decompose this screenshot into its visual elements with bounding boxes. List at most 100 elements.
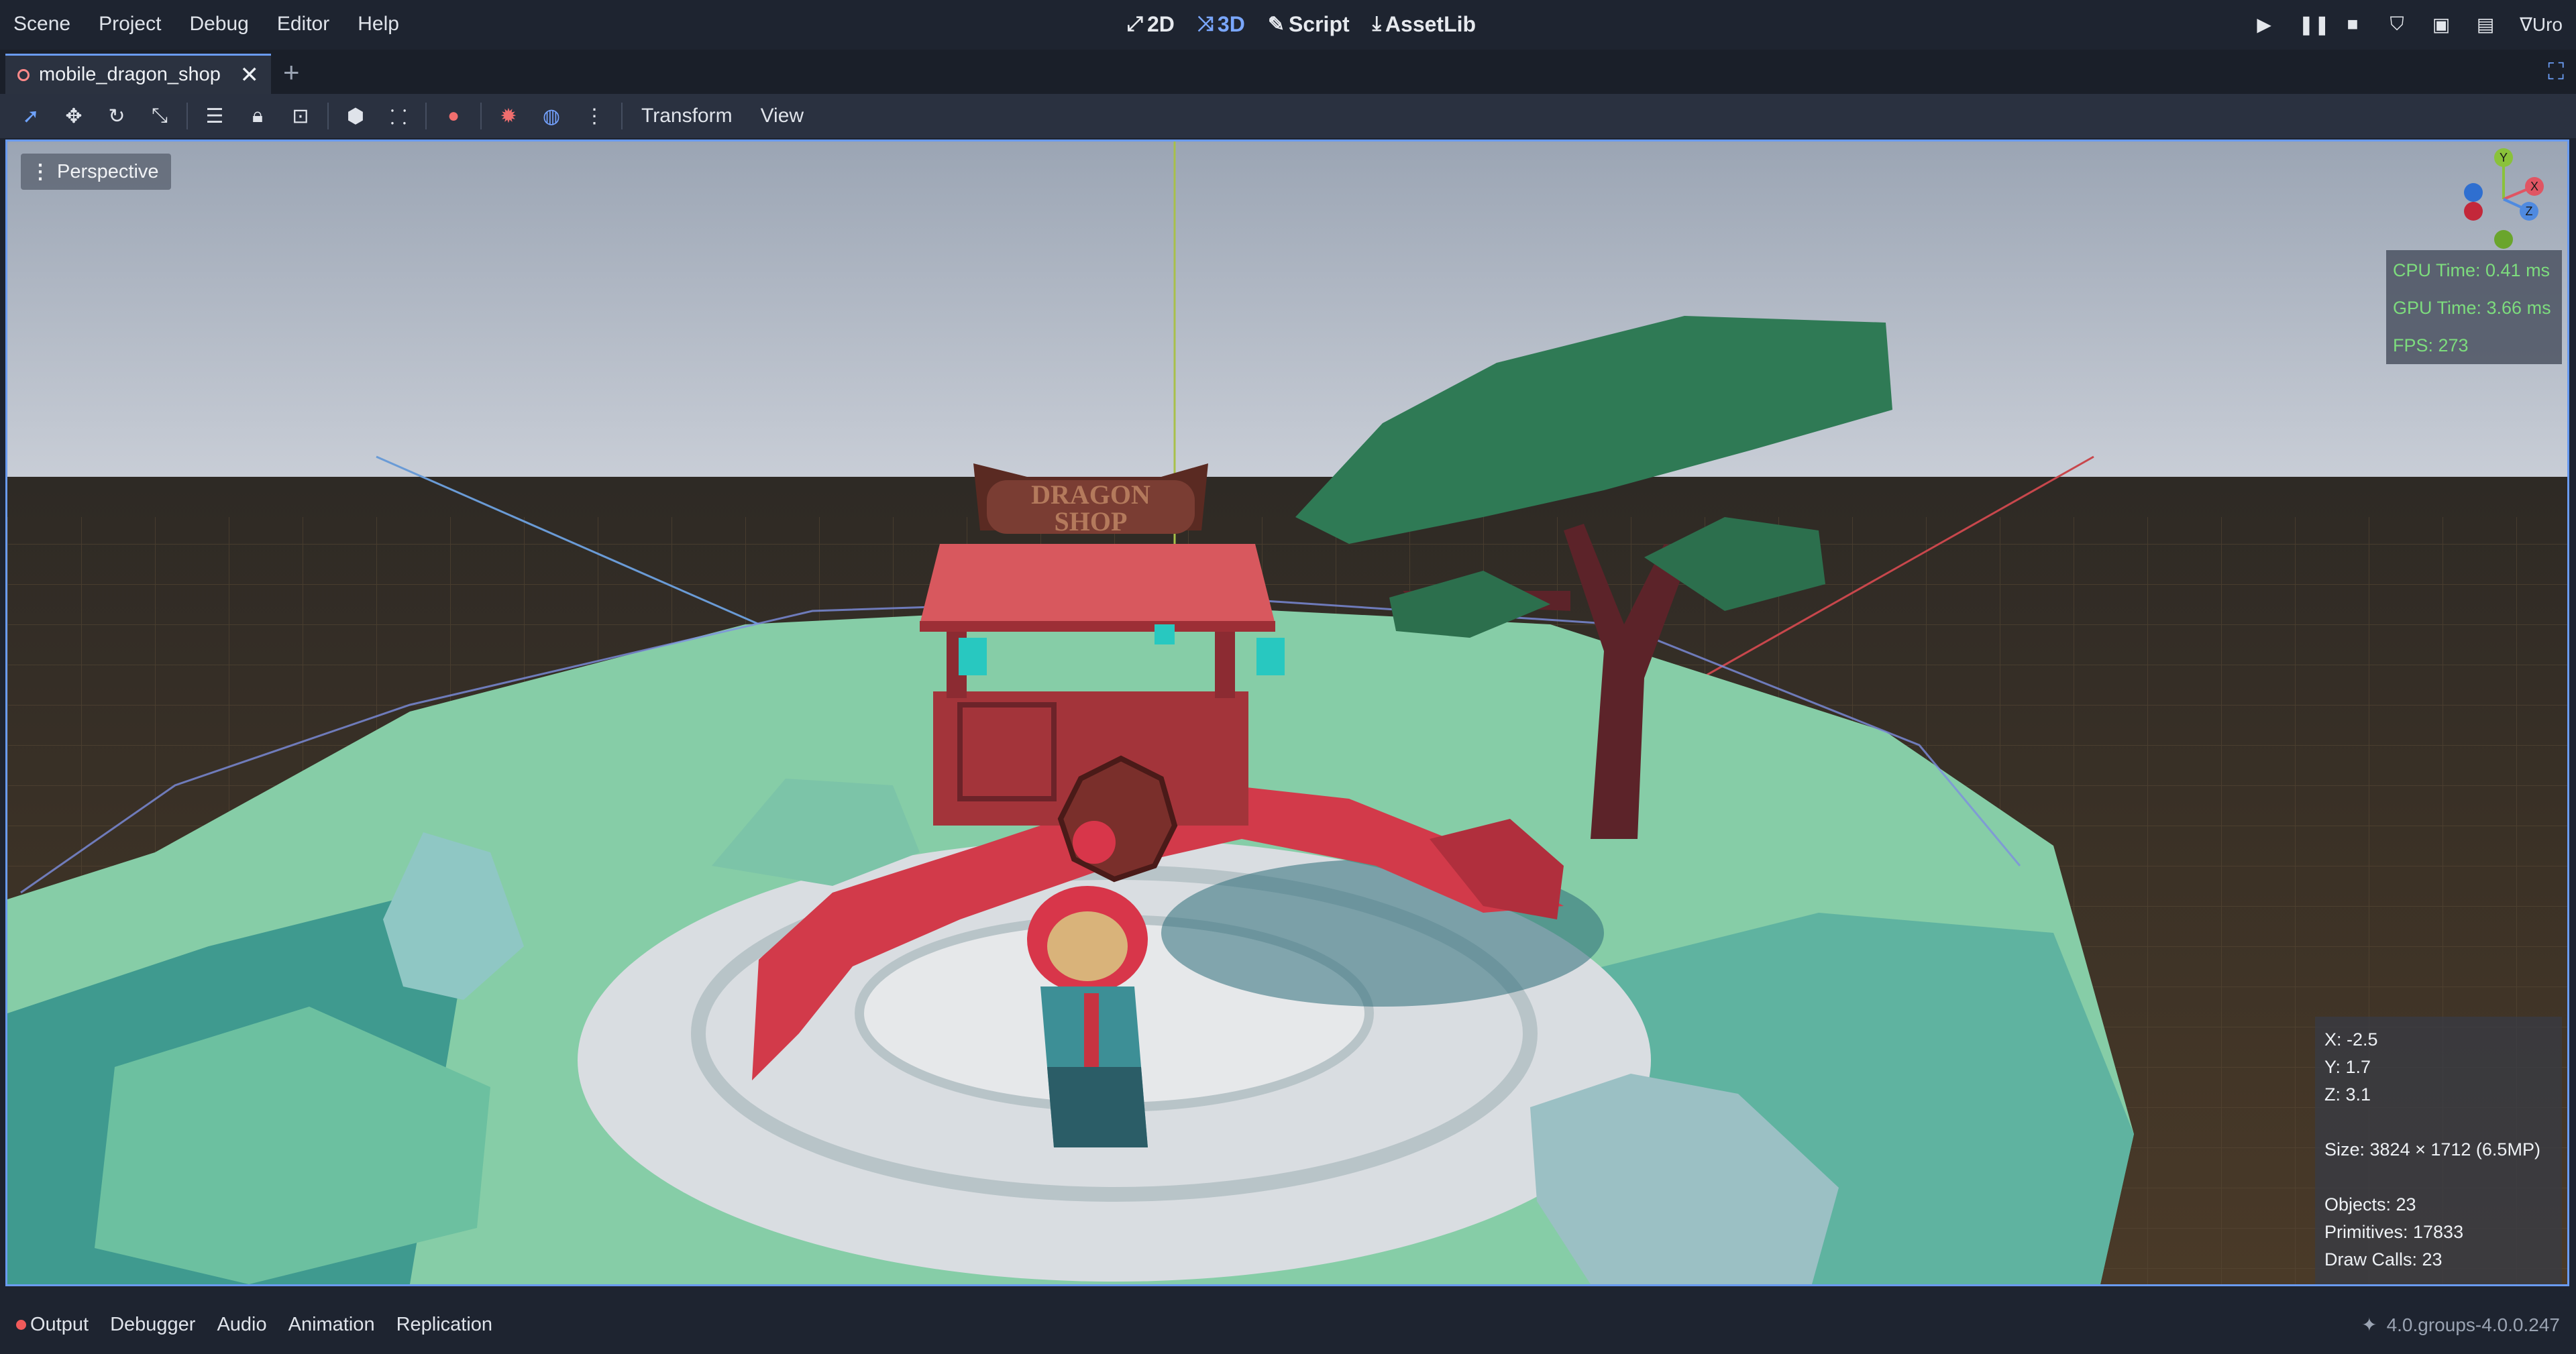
character-hair-bun: [1073, 821, 1116, 864]
performance-overlay: CPU Time: 0.41 ms GPU Time: 3.66 ms FPS:…: [2386, 250, 2562, 364]
cpu-time: CPU Time: 0.41 ms: [2393, 260, 2551, 280]
character-skirt: [1047, 1067, 1148, 1147]
renderer-dropdown[interactable]: ∇Uro: [2520, 13, 2563, 36]
version-label: ✦ 4.0.groups-4.0.0.247: [2361, 1296, 2560, 1354]
menu-bar: Scene Project Debug Editor Help ⤢ 2D ⤨ 3…: [0, 0, 2576, 48]
scene-render: DRAGON SHOP: [7, 142, 2567, 1284]
error-indicator-icon: [16, 1320, 26, 1330]
camera-preview-icon[interactable]: ●: [432, 105, 475, 127]
primitives-count: Primitives: 17833: [2324, 1222, 2464, 1242]
add-scene-tab-button[interactable]: +: [283, 56, 300, 89]
3d-icon: ⤨: [1197, 13, 1214, 35]
workspace-script-label: Script: [1288, 11, 1350, 36]
play-custom-scene-icon[interactable]: ▤: [2475, 13, 2496, 36]
cart-roof: [920, 544, 1275, 624]
distraction-free-icon[interactable]: ⛶: [2548, 59, 2564, 85]
run-bar: ▶ ❚❚ ■ ⛉ ▣ ▤ ∇Uro: [2254, 0, 2563, 48]
toolbar-divider: [186, 103, 188, 129]
update-spinner-icon: ✦: [2361, 1314, 2377, 1335]
2d-icon: ⤢: [1127, 13, 1143, 35]
workspace-assetlib-button[interactable]: ⤓ AssetLib: [1373, 12, 1476, 37]
environment-preview-icon[interactable]: ◍: [530, 105, 573, 128]
tab-debugger[interactable]: Debugger: [110, 1314, 195, 1336]
play-icon[interactable]: ▶: [2254, 13, 2274, 36]
close-icon[interactable]: ✕: [240, 62, 260, 89]
camera-z: Z: 3.1: [2324, 1084, 2371, 1105]
remote-debug-icon[interactable]: ⛉: [2387, 13, 2407, 36]
gizmo-neg-x: [2464, 202, 2483, 221]
lantern: [1256, 638, 1285, 675]
version-text: 4.0.groups-4.0.0.247: [2386, 1314, 2560, 1335]
toolbar-divider: [425, 103, 427, 129]
perspective-label: Perspective: [57, 160, 159, 182]
gizmo-x-label: X: [2530, 180, 2538, 193]
menu-debug[interactable]: Debug: [189, 13, 248, 36]
toolbar-divider: [327, 103, 329, 129]
draw-calls-count: Draw Calls: 23: [2324, 1249, 2443, 1270]
sign-text-line2: SHOP: [1055, 506, 1128, 537]
camera-y: Y: 1.7: [2324, 1057, 2371, 1077]
snap-icon[interactable]: ⸬: [377, 103, 420, 130]
workspace-3d-button[interactable]: ⤨ 3D: [1197, 12, 1245, 37]
scale-mode-icon[interactable]: ⤡: [138, 105, 181, 127]
objects-count: Objects: 23: [2324, 1194, 2416, 1215]
fps: FPS: 273: [2393, 335, 2469, 355]
tab-output-label: Output: [30, 1314, 89, 1335]
rotate-mode-icon[interactable]: ↻: [95, 105, 138, 128]
sign-text-line1: DRAGON: [1031, 479, 1150, 510]
character-face: [1047, 911, 1128, 981]
menu-editor[interactable]: Editor: [277, 13, 329, 36]
menu-project[interactable]: Project: [99, 13, 161, 36]
chevron-down-icon: ∇: [2520, 13, 2532, 35]
menu-help[interactable]: Help: [358, 13, 399, 36]
tab-audio[interactable]: Audio: [217, 1314, 266, 1336]
menu-scene[interactable]: Scene: [13, 13, 70, 36]
toolbar-divider: [480, 103, 482, 129]
gpu-time: GPU Time: 3.66 ms: [2393, 298, 2551, 318]
workspace-3d-label: 3D: [1217, 11, 1245, 36]
roof-eave: [920, 621, 1275, 632]
tab-replication[interactable]: Replication: [396, 1314, 492, 1336]
viewport-info-overlay: X: -2.5 Y: 1.7 Z: 3.1 Size: 3824 × 1712 …: [2315, 1017, 2562, 1284]
orientation-gizmo[interactable]: Y X Z: [2453, 146, 2554, 253]
script-icon: ✎: [1267, 13, 1285, 36]
workspace-switcher: ⤢ 2D ⤨ 3D ✎ Script ⤓ AssetLib: [1127, 0, 1476, 48]
3d-viewport[interactable]: DRAGON SHOP ⋮ Perspective Y X Z CPU Time…: [5, 139, 2569, 1286]
group-icon[interactable]: ⊡: [279, 105, 322, 128]
viewport-size: Size: 3824 × 1712 (6.5MP): [2324, 1139, 2540, 1160]
scene-tab[interactable]: mobile_dragon_shop ✕: [5, 54, 271, 94]
tab-output[interactable]: Output: [16, 1314, 89, 1336]
viewport-toolbar: ➚ ✥ ↻ ⤡ ☰ 🔒︎ ⊡ ⬢ ⸬ ● ✹ ◍ ⋮ Transform Vie…: [0, 94, 2576, 138]
lantern: [959, 638, 987, 675]
list-select-icon[interactable]: ☰: [193, 105, 236, 128]
sky: [7, 142, 2567, 484]
play-scene-icon[interactable]: ▣: [2431, 13, 2451, 36]
assetlib-icon: ⤓: [1372, 13, 1381, 35]
scene-tab-strip: mobile_dragon_shop ✕ + ⛶: [0, 50, 2576, 94]
pause-icon[interactable]: ❚❚: [2298, 13, 2330, 36]
scene-root-icon: [17, 68, 30, 81]
scene-tab-label: mobile_dragon_shop: [39, 64, 221, 85]
lock-icon[interactable]: 🔒︎: [236, 105, 279, 127]
bottom-panel-bar: Output Debugger Audio Animation Replicat…: [0, 1296, 2576, 1354]
perspective-menu-button[interactable]: ⋮ Perspective: [21, 154, 171, 190]
workspace-2d-label: 2D: [1147, 11, 1175, 36]
stop-icon[interactable]: ■: [2343, 13, 2363, 35]
local-space-icon[interactable]: ⬢: [334, 105, 377, 128]
sun-preview-icon[interactable]: ✹: [487, 105, 530, 128]
gizmo-neg-y: [2494, 230, 2513, 249]
view-menu[interactable]: View: [761, 105, 804, 127]
gizmo-y-label: Y: [2500, 151, 2508, 164]
workspace-2d-button[interactable]: ⤢ 2D: [1127, 12, 1175, 37]
more-options-icon[interactable]: ⋮: [573, 105, 616, 128]
move-mode-icon[interactable]: ✥: [52, 105, 95, 128]
camera-x: X: -2.5: [2324, 1029, 2378, 1050]
gizmo-z-label: Z: [2526, 205, 2533, 218]
transform-menu[interactable]: Transform: [641, 105, 733, 127]
gizmo-neg-z: [2464, 183, 2483, 202]
workspace-assetlib-label: AssetLib: [1385, 11, 1477, 36]
select-mode-icon[interactable]: ➚: [9, 105, 52, 128]
workspace-script-button[interactable]: ✎ Script: [1268, 12, 1350, 37]
tab-animation[interactable]: Animation: [288, 1314, 375, 1336]
lantern: [1155, 624, 1175, 644]
